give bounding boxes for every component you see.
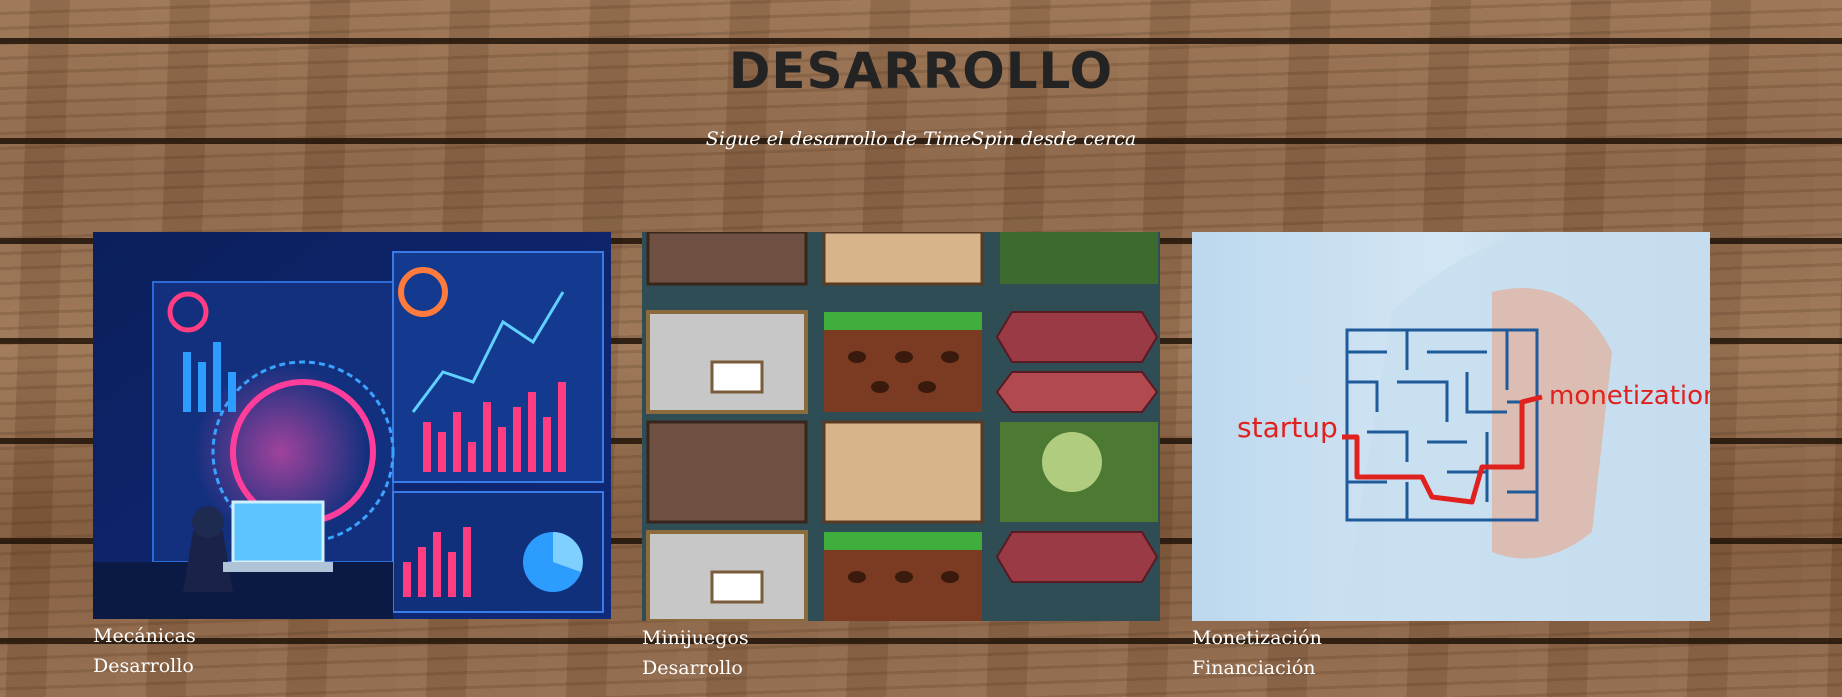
post-category[interactable]: Financiación [1192, 653, 1710, 683]
minigames-collage-image [642, 232, 1160, 621]
page-title: DESARROLLO [728, 42, 1114, 100]
monetization-label: monetization [1549, 381, 1710, 411]
post-title[interactable]: Monetización [1192, 623, 1710, 653]
post-thumbnail-minijuegos[interactable] [642, 232, 1160, 621]
dashboard-illustration-image [93, 232, 611, 619]
startup-label: startup [1237, 411, 1338, 444]
maze-startup-monetization-image: startup monetization [1192, 232, 1710, 621]
post-thumbnail-monetizacion[interactable]: startup monetization [1192, 232, 1710, 621]
page-subtitle: Sigue el desarrollo de TimeSpin desde ce… [705, 128, 1137, 150]
post-thumbnail-mecanicas[interactable] [93, 232, 611, 619]
post-card-monetizacion[interactable]: startup monetization Monetización Financ… [1192, 232, 1710, 683]
post-category[interactable]: Desarrollo [93, 651, 611, 681]
post-card-mecanicas[interactable]: Mecánicas Desarrollo [93, 232, 611, 681]
page-header: DESARROLLO Sigue el desarrollo de TimeSp… [0, 42, 1842, 150]
post-card-minijuegos[interactable]: Minijuegos Desarrollo [642, 232, 1160, 683]
post-title[interactable]: Mecánicas [93, 621, 611, 651]
post-title[interactable]: Minijuegos [642, 623, 1160, 653]
post-category[interactable]: Desarrollo [642, 653, 1160, 683]
